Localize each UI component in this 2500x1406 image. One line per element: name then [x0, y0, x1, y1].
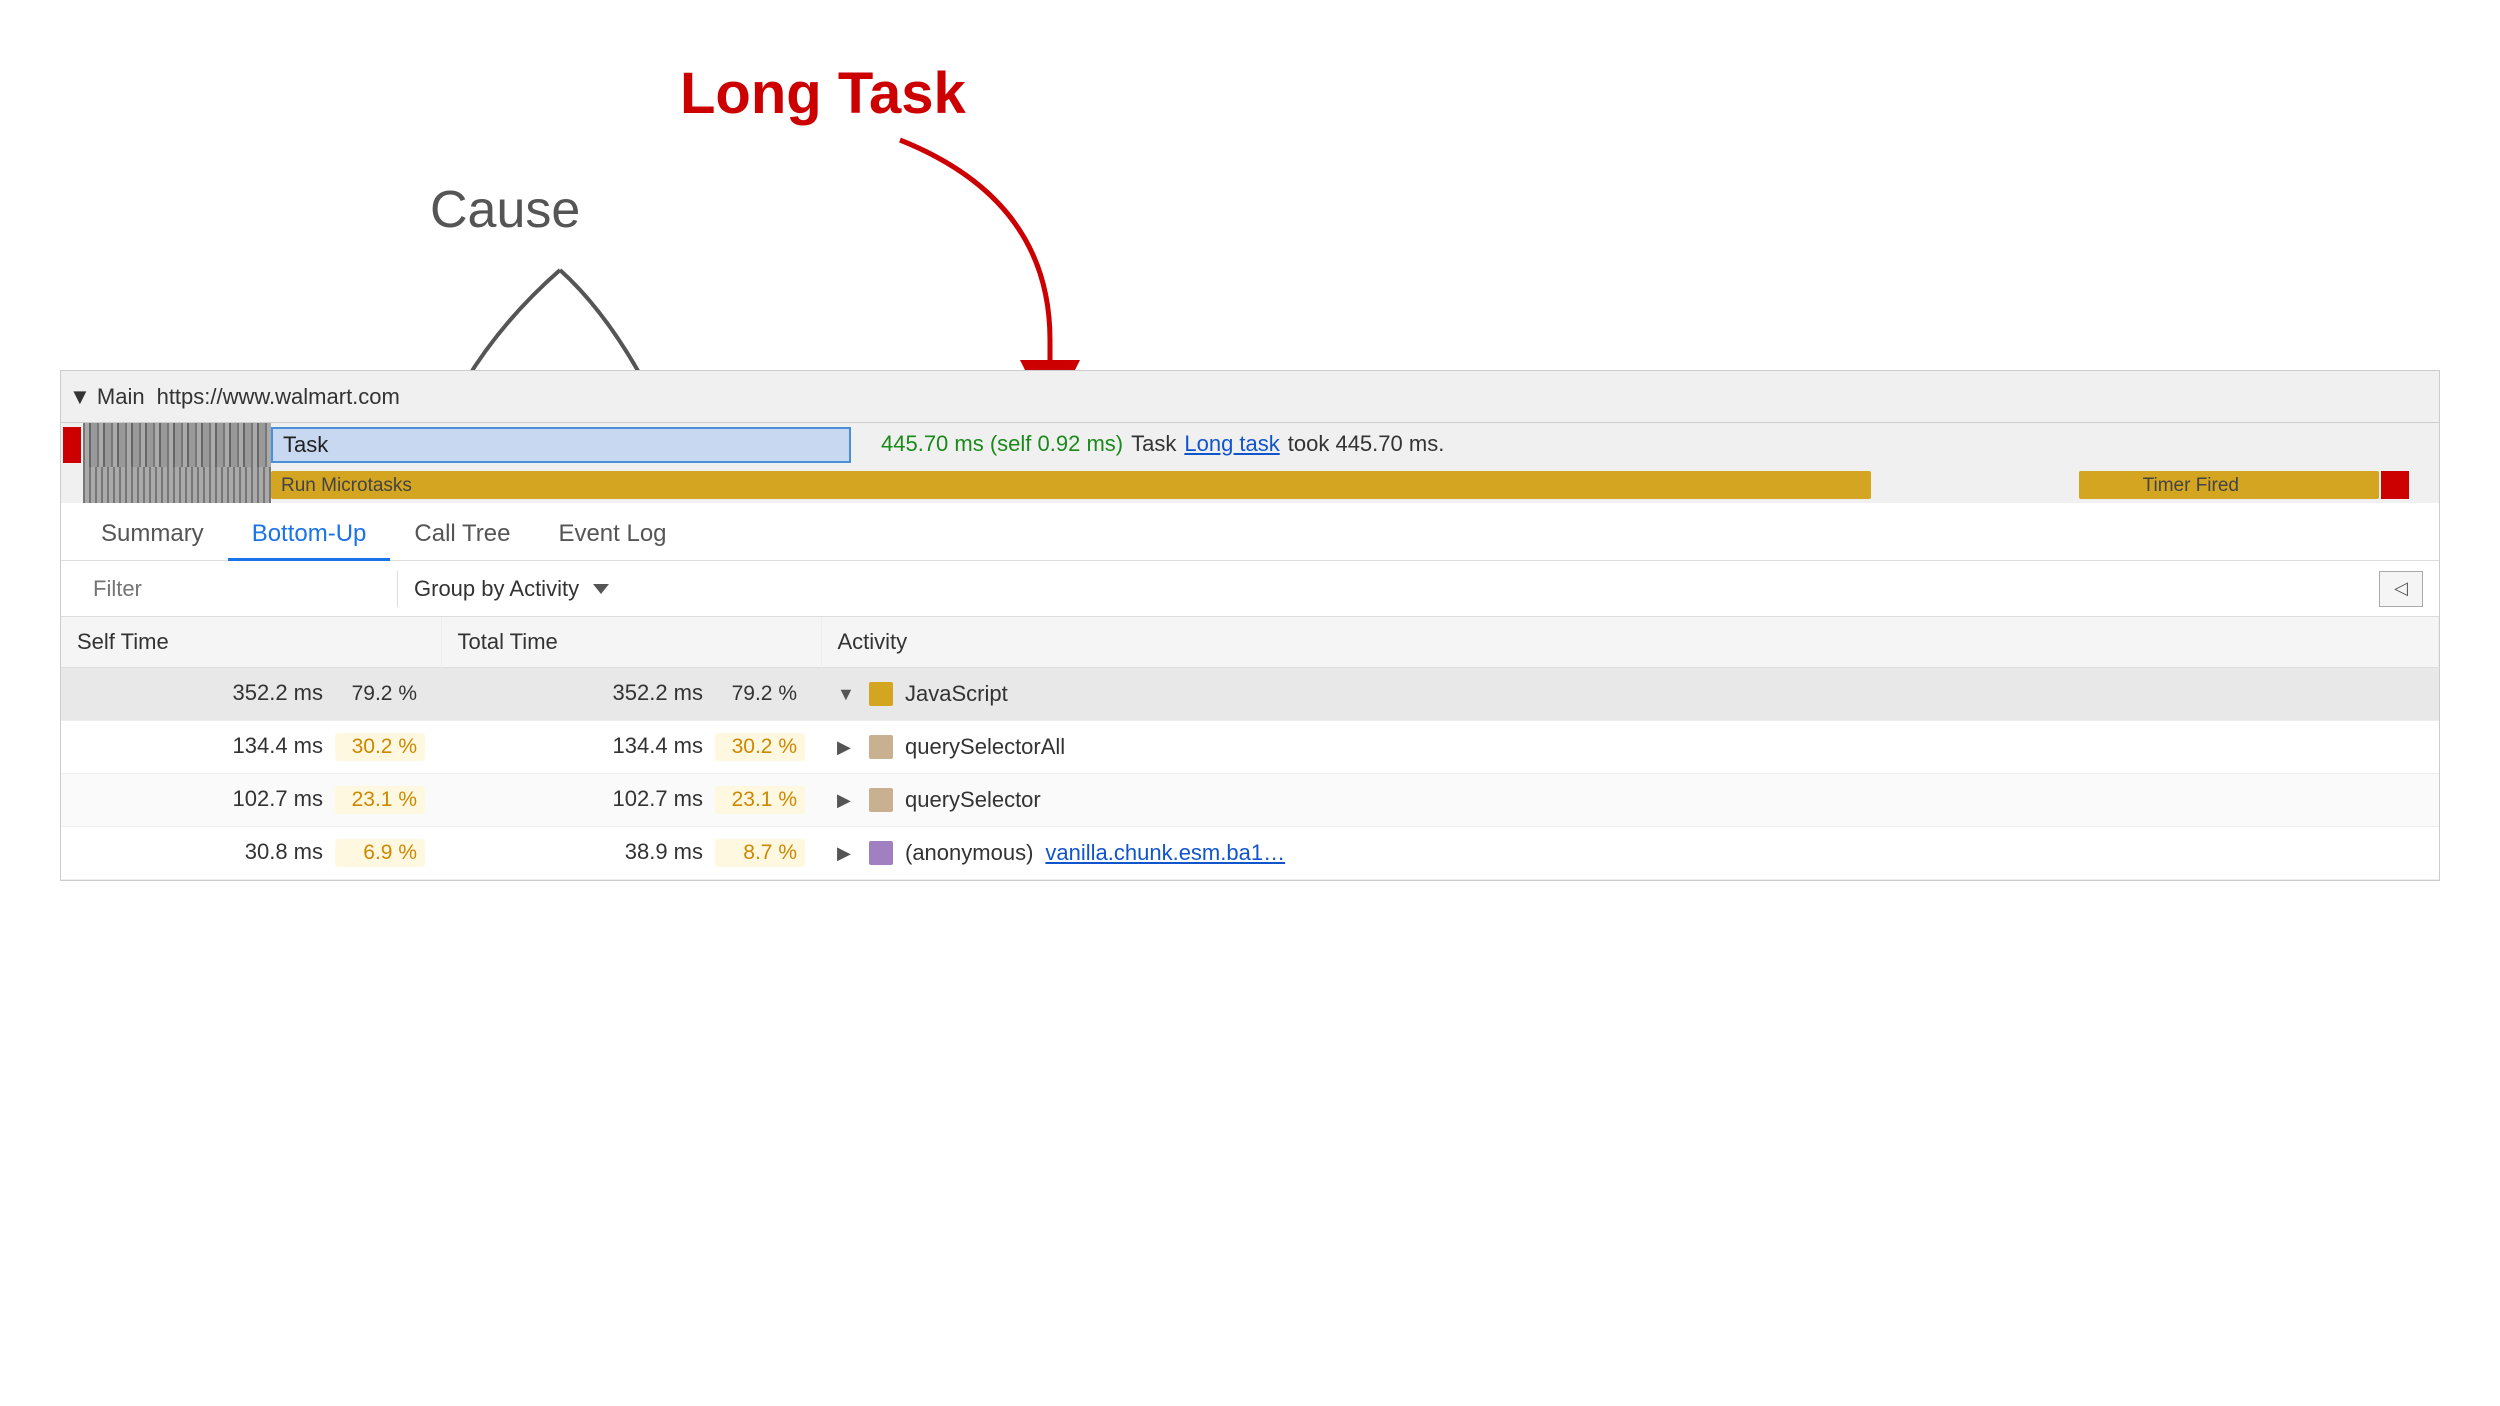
toolbar: Group by Activity ◁ [61, 561, 2439, 617]
tab-summary[interactable]: Summary [77, 510, 228, 561]
th-activity: Activity [821, 617, 2439, 668]
red-strip [2381, 471, 2409, 499]
tab-call-tree[interactable]: Call Tree [390, 510, 534, 561]
cell-self-time: 30.8 ms 6.9 % [61, 827, 441, 880]
activity-name: querySelectorAll [905, 734, 1065, 760]
cause-annotation: Cause [430, 180, 580, 240]
th-self-time: Self Time [61, 617, 441, 668]
left-flag [63, 427, 81, 463]
activity-name: (anonymous) [905, 840, 1033, 866]
timeline-stripes [83, 423, 271, 467]
activity-swatch [869, 735, 893, 759]
yellow-bar-row: Run Microtasks Timer Fired [61, 467, 2439, 503]
cell-activity: ▶ querySelector [821, 774, 2439, 827]
table-row[interactable]: 30.8 ms 6.9 % 38.9 ms 8.7 % ▶ (anonymous) v… [61, 827, 2439, 880]
self-pct-badge: 30.2 % [335, 733, 425, 761]
cell-activity: ▶ (anonymous) vanilla.chunk.esm.ba1… [821, 827, 2439, 880]
timeline-stripes-2 [83, 467, 271, 503]
yellow-segment-main [271, 471, 1871, 499]
devtools-panel: ▼ Main https://www.walmart.com Task 445.… [60, 370, 2440, 881]
cell-total-time: 38.9 ms 8.7 % [441, 827, 821, 880]
self-time-value: 30.8 ms [203, 839, 323, 865]
group-by-select[interactable]: Group by Activity [398, 570, 625, 608]
cell-total-time: 352.2 ms 79.2 % [441, 668, 821, 721]
tab-event-log[interactable]: Event Log [534, 510, 690, 561]
total-pct-badge: 8.7 % [715, 839, 805, 867]
tab-bottom-up[interactable]: Bottom-Up [228, 510, 391, 561]
expand-icon[interactable]: ▶ [837, 790, 857, 811]
expand-icon[interactable]: ▶ [837, 737, 857, 758]
task-block[interactable]: Task [271, 427, 851, 463]
table-row[interactable]: 352.2 ms 79.2 % 352.2 ms 79.2 % ▼ JavaScrip… [61, 668, 2439, 721]
cell-activity: ▶ querySelectorAll [821, 721, 2439, 774]
self-pct-badge: 6.9 % [335, 839, 425, 867]
collapse-button[interactable]: ◁ [2379, 571, 2423, 607]
task-desc: Task [1131, 431, 1176, 457]
task-time: 445.70 ms (self 0.92 ms) [881, 431, 1123, 457]
cell-self-time: 134.4 ms 30.2 % [61, 721, 441, 774]
activity-swatch [869, 841, 893, 865]
table-row[interactable]: 102.7 ms 23.1 % 102.7 ms 23.1 % ▶ querySele… [61, 774, 2439, 827]
total-pct-badge: 30.2 % [715, 733, 805, 761]
task-row: Task 445.70 ms (self 0.92 ms) Task Long … [61, 423, 2439, 467]
activity-swatch [869, 682, 893, 706]
self-time-value: 134.4 ms [203, 733, 323, 759]
expand-icon[interactable]: ▼ [837, 684, 857, 705]
total-time-value: 102.7 ms [583, 786, 703, 812]
group-by-arrow-icon [593, 584, 609, 594]
th-total-time: Total Time [441, 617, 821, 668]
self-time-value: 352.2 ms [203, 680, 323, 706]
table-header: Self Time Total Time Activity [61, 617, 2439, 668]
long-task-link[interactable]: Long task [1184, 431, 1279, 457]
run-minor-text: Run Microtasks [281, 475, 412, 497]
self-time-value: 102.7 ms [203, 786, 323, 812]
table-row[interactable]: 134.4 ms 30.2 % 134.4 ms 30.2 % ▶ querySele… [61, 721, 2439, 774]
activity-name: JavaScript [905, 681, 1008, 707]
cell-total-time: 134.4 ms 30.2 % [441, 721, 821, 774]
task-took: took 445.70 ms. [1288, 431, 1445, 457]
filter-input[interactable] [77, 570, 397, 608]
total-time-value: 352.2 ms [583, 680, 703, 706]
self-pct-badge: 23.1 % [335, 786, 425, 814]
data-table: Self Time Total Time Activity 352.2 ms 79… [61, 617, 2439, 880]
activity-swatch [869, 788, 893, 812]
cell-activity: ▼ JavaScript [821, 668, 2439, 721]
total-pct-badge: 79.2 % [715, 680, 805, 708]
total-time-value: 38.9 ms [583, 839, 703, 865]
long-task-annotation: Long Task [680, 60, 966, 127]
table-body: 352.2 ms 79.2 % 352.2 ms 79.2 % ▼ JavaScrip… [61, 668, 2439, 880]
timeline-url: https://www.walmart.com [157, 384, 400, 410]
timer-fired-text: Timer Fired [2143, 475, 2239, 497]
timeline-main-bar: ▼ Main https://www.walmart.com [61, 371, 2439, 423]
task-info: 445.70 ms (self 0.92 ms) Task Long task … [881, 431, 1444, 457]
expand-icon[interactable]: ▶ [837, 843, 857, 864]
total-pct-badge: 23.1 % [715, 786, 805, 814]
activity-name: querySelector [905, 787, 1041, 813]
cell-total-time: 102.7 ms 23.1 % [441, 774, 821, 827]
tabs-bar: Summary Bottom-Up Call Tree Event Log [61, 503, 2439, 561]
cell-self-time: 352.2 ms 79.2 % [61, 668, 441, 721]
cell-self-time: 102.7 ms 23.1 % [61, 774, 441, 827]
self-pct-badge: 79.2 % [335, 680, 425, 708]
activity-link[interactable]: vanilla.chunk.esm.ba1… [1045, 840, 1285, 866]
timeline-main-label: ▼ Main [69, 384, 145, 410]
total-time-value: 134.4 ms [583, 733, 703, 759]
